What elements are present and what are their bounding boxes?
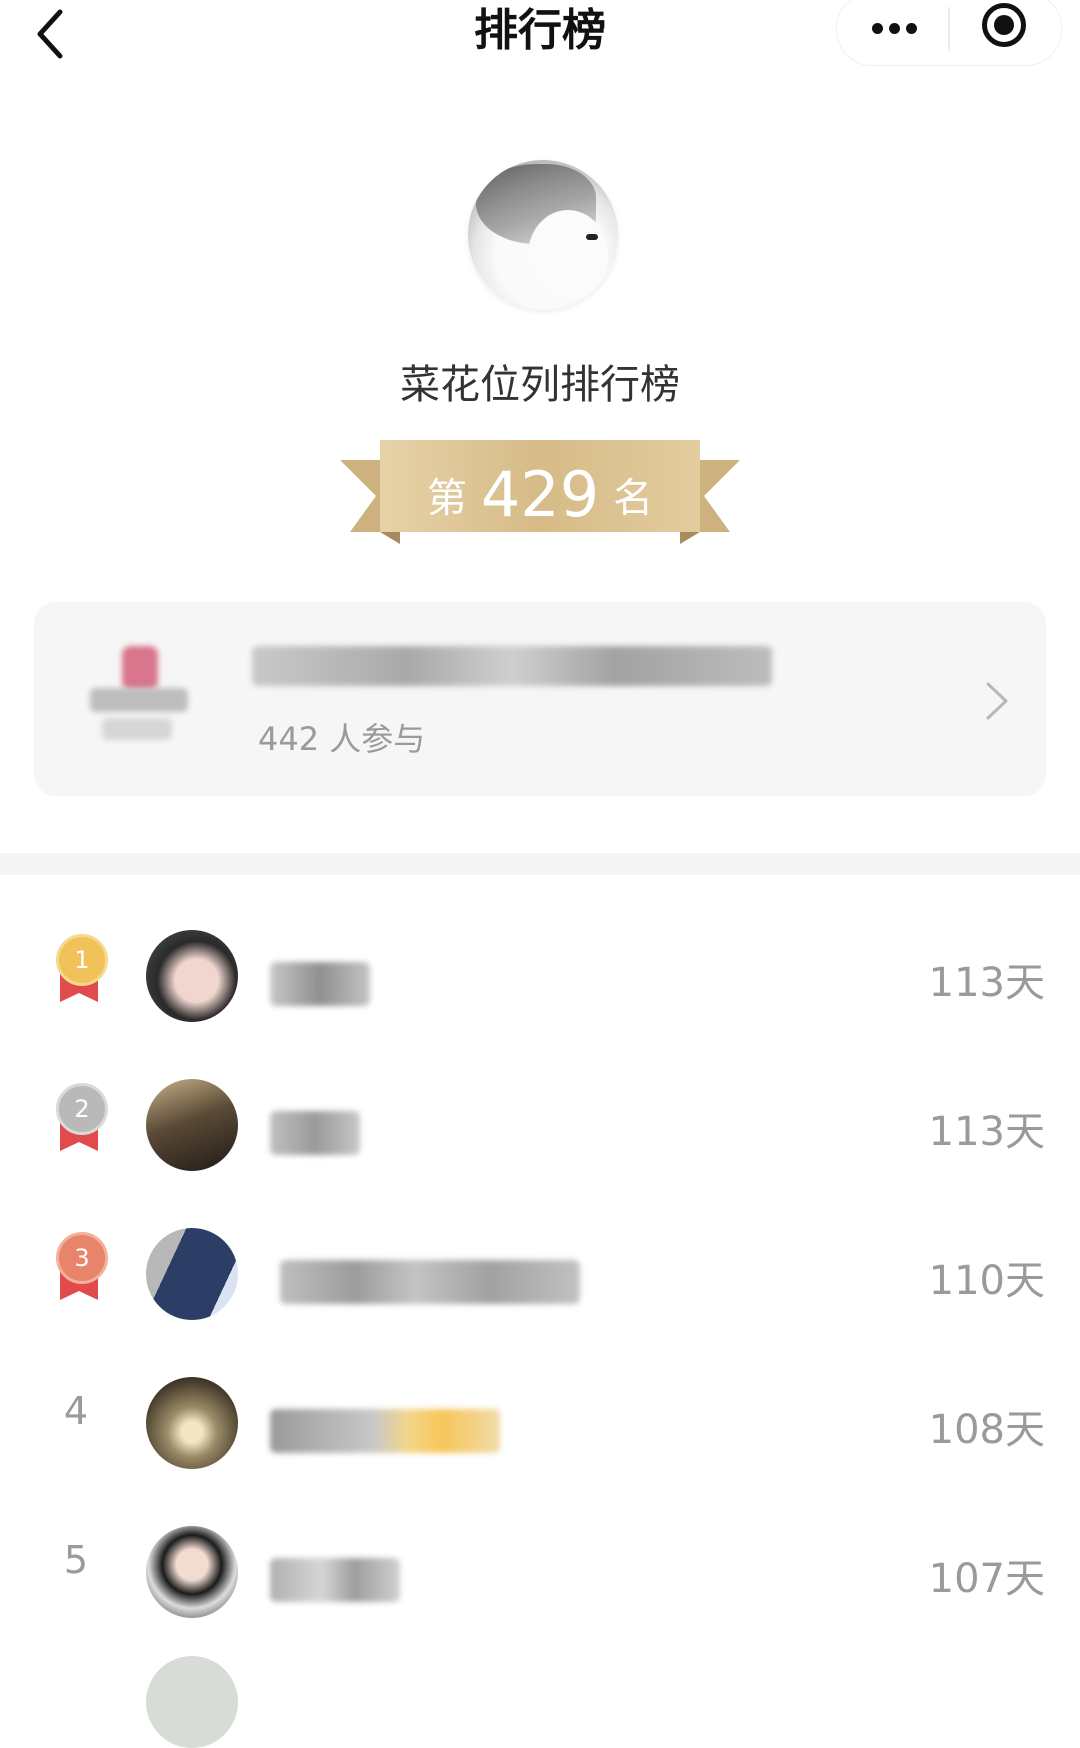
user-name-blurred (270, 962, 370, 1006)
group-card[interactable]: 442 人参与 (34, 602, 1046, 796)
leaderboard-avatar (468, 160, 618, 310)
icon-blur-gray (102, 718, 172, 740)
bronze-medal-icon: 3 (46, 1228, 116, 1308)
rank-value: 429 (480, 458, 600, 531)
more-dots-icon (872, 23, 883, 34)
avatar (146, 1377, 238, 1469)
avatar (146, 1228, 238, 1320)
group-icon (58, 636, 188, 772)
rank-badge: 2 (56, 1083, 108, 1135)
rank-badge: 1 (56, 934, 108, 986)
leaderboard-row[interactable]: 5 107天 (0, 1486, 1080, 1634)
more-button[interactable] (837, 0, 947, 65)
rank-text: 第 429 名 (340, 458, 740, 531)
group-title-blurred (252, 646, 772, 686)
avatar-eye (586, 234, 598, 240)
user-name-blurred (270, 1558, 400, 1602)
user-name-blurred (280, 1260, 580, 1304)
avatar (146, 1656, 238, 1748)
leaderboard-name: 菜花位列排行榜 (400, 362, 680, 408)
streak-days: 110天 (928, 1258, 1045, 1304)
icon-blur-gray (90, 688, 188, 712)
chevron-right-icon (986, 682, 1008, 720)
rank-number: 5 (63, 1538, 89, 1582)
more-dot (889, 23, 900, 34)
icon-blur-pink (122, 646, 158, 690)
leaderboard-row[interactable]: 4 108天 (0, 1337, 1080, 1485)
leaderboard-row[interactable]: 1 113天 (0, 890, 1080, 1038)
record-target-dot (994, 15, 1014, 35)
rank-suffix: 名 (613, 475, 654, 522)
close-miniprogram-button[interactable] (951, 0, 1061, 65)
participant-count: 442 人参与 (258, 720, 426, 758)
streak-days: 107天 (928, 1556, 1045, 1602)
avatar (146, 930, 238, 1022)
streak-days: 113天 (928, 1109, 1045, 1155)
menu-capsule (836, 0, 1062, 66)
avatar (146, 1526, 238, 1618)
section-divider (0, 853, 1080, 875)
rank-prefix: 第 (426, 475, 467, 522)
my-rank-ribbon: 第 429 名 (340, 440, 740, 550)
streak-days: 113天 (928, 960, 1045, 1006)
user-name-blurred (270, 1111, 360, 1155)
leaderboard-row[interactable]: 2 113天 (0, 1039, 1080, 1187)
avatar-face (528, 210, 608, 300)
rank-badge: 3 (56, 1232, 108, 1284)
capsule-divider (948, 7, 950, 51)
avatar (146, 1079, 238, 1171)
gold-medal-icon: 1 (46, 930, 116, 1010)
navigation-bar: 排行榜 (0, 0, 1080, 66)
rank-number: 4 (63, 1389, 89, 1433)
streak-days: 108天 (928, 1407, 1045, 1453)
silver-medal-icon: 2 (46, 1079, 116, 1159)
user-name-blurred (270, 1409, 500, 1453)
more-dot (906, 23, 917, 34)
leaderboard-row[interactable]: 3 110天 (0, 1188, 1080, 1336)
